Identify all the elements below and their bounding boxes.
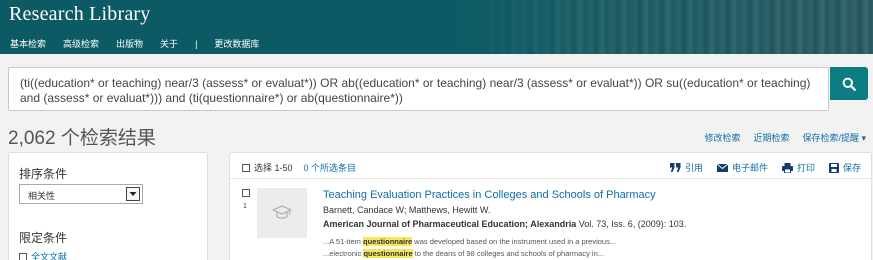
email-icon	[716, 163, 728, 172]
save-icon	[828, 162, 839, 173]
nav-about[interactable]: 关于	[160, 37, 178, 50]
result-source: American Journal of Pharmaceutical Educa…	[323, 219, 686, 229]
snippet-text: ...electronic	[323, 249, 364, 258]
print-label: 打印	[796, 163, 815, 173]
nav-basic-search[interactable]: 基本检索	[10, 37, 46, 50]
snippet-highlight: questionnaire	[363, 249, 413, 258]
save-label: 保存	[842, 163, 861, 173]
filter-sidebar: 排序条件 相关性 限定条件 全文文献	[8, 152, 208, 260]
fulltext-label[interactable]: 全文文献	[31, 250, 67, 260]
result-checkbox[interactable]	[242, 189, 250, 197]
save-button[interactable]: 保存	[828, 161, 861, 174]
search-input[interactable]: (ti((education* or teaching) near/3 (ass…	[8, 67, 829, 111]
selection-toolbar: 选择 1-50 0 个所选条目	[242, 161, 356, 174]
results-panel: 选择 1-50 0 个所选条目 引用 电子邮件 打印 保存 1 Teaching…	[229, 152, 872, 260]
nav-change-database[interactable]: 更改数据库	[214, 37, 259, 50]
document-thumbnail[interactable]	[257, 188, 307, 238]
results-count: 2,062 个检索结果	[8, 128, 156, 149]
main-nav: 基本检索 高级检索 出版物 关于 | 更改数据库	[10, 37, 276, 50]
snippet-text: to the deans of 98 colleges and schools …	[412, 249, 604, 258]
selected-items-link[interactable]: 0 个所选条目	[304, 161, 357, 174]
sort-title: 排序条件	[19, 167, 68, 181]
snippet-highlight: questionnaire	[363, 237, 413, 246]
brand-title[interactable]: Research Library	[9, 3, 150, 26]
search-icon	[842, 77, 856, 91]
sort-select-value: 相关性	[28, 191, 56, 201]
nav-publications[interactable]: 出版物	[116, 37, 143, 50]
graduation-cap-icon	[272, 205, 292, 219]
recent-searches-link[interactable]: 近期检索	[753, 131, 789, 144]
fulltext-checkbox[interactable]	[19, 252, 27, 260]
sort-select[interactable]: 相关性	[19, 184, 143, 204]
nav-separator: |	[195, 38, 198, 49]
search-actions: 修改检索 近期检索 保存检索/提醒 ▾	[691, 131, 866, 144]
limit-title: 限定条件	[19, 231, 68, 245]
result-journal: American Journal of Pharmaceutical Educa…	[323, 219, 577, 229]
toolbar-divider	[230, 178, 871, 179]
header-library-image	[453, 0, 873, 54]
snippet-text: was developed based on the instrument us…	[412, 237, 617, 246]
quote-icon	[669, 163, 681, 172]
email-label: 电子邮件	[731, 163, 768, 173]
fulltext-filter[interactable]: 全文文献	[19, 250, 67, 260]
nav-advanced-search[interactable]: 高级检索	[63, 37, 99, 50]
result-authors: Barnett, Candace W; Matthews, Hewitt W.	[323, 205, 491, 215]
email-button[interactable]: 电子邮件	[716, 161, 768, 174]
result-snippet-2: ...electronic questionnaire to the deans…	[323, 249, 604, 258]
print-button[interactable]: 打印	[781, 161, 815, 174]
result-tools: 引用 电子邮件 打印 保存	[656, 161, 861, 174]
select-all-checkbox[interactable]	[242, 163, 250, 172]
result-title-link[interactable]: Teaching Evaluation Practices in College…	[323, 189, 656, 201]
print-icon	[781, 162, 793, 173]
select-range-label[interactable]: 选择 1-50	[254, 161, 293, 174]
save-search-alert-link[interactable]: 保存检索/提醒 ▾	[802, 131, 866, 144]
result-number: 1	[243, 203, 247, 210]
search-button[interactable]	[830, 67, 868, 100]
result-snippet-1: ...A 51-item questionnaire was developed…	[323, 237, 616, 246]
header-banner: Research Library 基本检索 高级检索 出版物 关于 | 更改数据…	[0, 0, 873, 54]
modify-search-link[interactable]: 修改检索	[704, 131, 740, 144]
result-source-details: Vol. 73, Iss. 6, (2009): 103.	[576, 219, 687, 229]
chevron-down-icon[interactable]	[126, 187, 140, 201]
cite-button[interactable]: 引用	[669, 161, 703, 174]
search-query-text[interactable]: (ti((education* or teaching) near/3 (ass…	[20, 76, 820, 106]
snippet-text: ...A 51-item	[323, 237, 364, 246]
cite-label: 引用	[684, 163, 703, 173]
